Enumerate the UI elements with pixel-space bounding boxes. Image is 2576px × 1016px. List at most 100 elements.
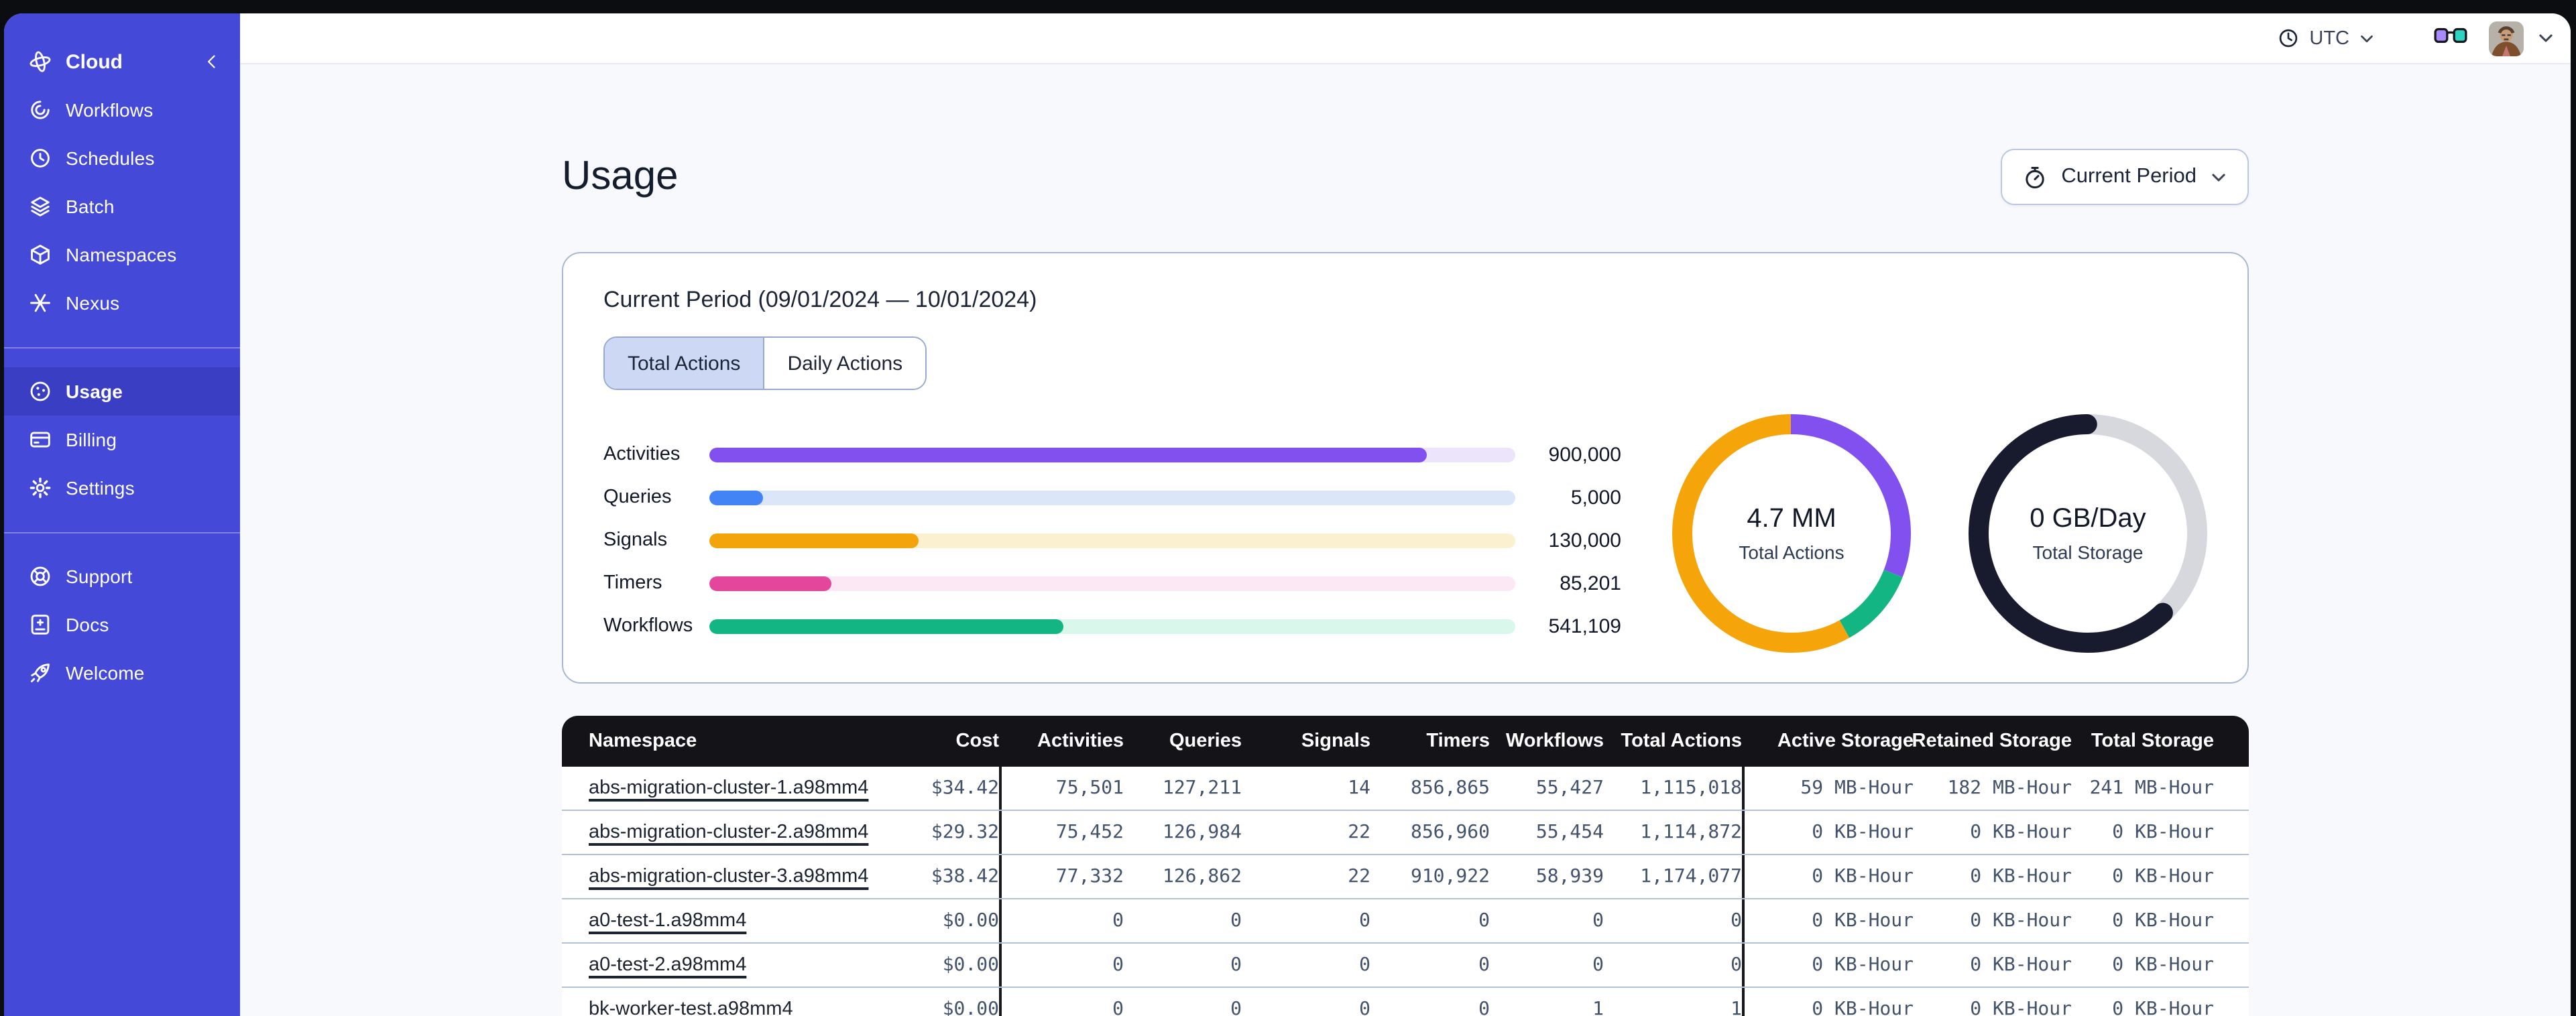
bar-track [709,447,1515,462]
usage-donuts: 4.7 MM Total Actions 0 GB/Day Total Stor… [1672,414,2207,653]
cell-namespace: abs-migration-cluster-1.a98mm4 [562,767,904,810]
sidebar-divider [4,347,240,348]
cell-value: 0 [1478,999,1490,1016]
usage-bar-row: Workflows 541,109 [603,605,1621,647]
period-dropdown-button[interactable]: Current Period [2001,149,2249,205]
sidebar-item-billing[interactable]: Billing [4,416,240,464]
sidebar-item-docs[interactable]: Docs [4,600,240,649]
cell-value: 0 KB-Hour [1970,822,2072,843]
table-row: abs-migration-cluster-3.a98mm4 $38.42 77,3… [562,854,2249,898]
cell-value: 0 [999,944,1124,987]
account-menu-chevron-icon[interactable] [2537,29,2555,47]
sidebar-item-support[interactable]: Support [4,552,240,600]
sidebar-item-namespaces[interactable]: Namespaces [4,231,240,279]
cell-value: 0 KB-Hour [1742,855,1914,898]
usage-bar-row: Activities 900,000 [603,433,1621,476]
cell-value: 0 KB-Hour [1742,944,1914,987]
usage-bar-row: Queries 5,000 [603,476,1621,519]
gear-icon [28,476,52,500]
bar-value: 541,109 [1548,615,1621,637]
cell-value: 910,922 [1410,866,1490,887]
bar-fill [709,490,763,505]
collapse-sidebar-icon[interactable] [202,52,221,71]
stopwatch-icon [2022,164,2048,190]
cell-value: 55,427 [1535,777,1604,799]
cell-value: 0 [1359,999,1370,1016]
cell-value: 1,174,077 [1640,866,1742,887]
box-icon [28,243,52,267]
sidebar-item-schedules[interactable]: Schedules [4,134,240,182]
cell-value: 22 [1348,822,1370,843]
cell-value: 0 KB-Hour [1970,910,2072,932]
sidebar-item-workflows[interactable]: Workflows [4,86,240,134]
column-header-active-storage: Active Storage [1777,731,1914,752]
namespace-link[interactable]: abs-migration-cluster-3.a98mm4 [589,866,868,887]
rocket-icon [28,661,52,685]
layers-icon [28,194,52,218]
cell-value: 77,332 [999,855,1124,898]
cell-value: 0 [1731,910,1742,932]
sidebar-item-batch[interactable]: Batch [4,182,240,231]
cell-value: 0 [1230,999,1242,1016]
bar-value: 5,000 [1570,486,1621,509]
column-header-retained-storage: Retained Storage [1912,731,2072,752]
bar-fill [709,619,1064,633]
usage-bar-row: Signals 130,000 [603,519,1621,562]
cell-value: 126,862 [1162,866,1242,887]
bar-label: Queries [603,487,672,508]
table-row: abs-migration-cluster-2.a98mm4 $29.32 75,4… [562,810,2249,854]
period-dropdown-label: Current Period [2061,165,2197,188]
bar-fill [709,576,831,590]
namespace-link[interactable]: a0-test-1.a98mm4 [589,910,746,932]
namespace-usage-table: Namespace Cost Activities Queries Signals Tim… [562,716,2249,1016]
cell-value: $29.32 [931,822,999,843]
current-period-panel: Current Period (09/01/2024 — 10/01/2024)… [562,252,2249,684]
bar-value: 130,000 [1548,529,1621,552]
column-header-activities: Activities [1037,731,1124,752]
bar-track [709,533,1515,548]
bar-value: 85,201 [1560,572,1621,594]
cell-namespace: bk-worker-test.a98mm4 [562,988,904,1016]
avatar[interactable] [2489,21,2524,56]
cell-value: 0 [1478,954,1490,976]
table-row: bk-worker-test.a98mm4 $0.00 0 0 0 0 1 1 0 KB-Hou… [562,987,2249,1016]
sidebar-brand: Cloud [4,38,240,86]
sidebar-divider [4,532,240,533]
cell-namespace: abs-migration-cluster-2.a98mm4 [562,811,904,854]
tab-daily-actions[interactable]: Daily Actions [764,338,926,389]
bar-track [709,490,1515,505]
page-title: Usage [562,154,679,198]
page-content: Usage Current Period Current Period (09/… [240,64,2571,1016]
cell-value: 0 KB-Hour [1970,954,2072,976]
bar-track [709,619,1515,633]
cell-value: 241 MB-Hour [2089,777,2214,799]
namespace-link[interactable]: a0-test-2.a98mm4 [589,954,746,976]
sidebar-item-welcome[interactable]: Welcome [4,649,240,697]
bar-label: Activities [603,444,681,465]
timezone-selector[interactable]: UTC [2277,27,2375,50]
namespace-link[interactable]: bk-worker-test.a98mm4 [589,999,793,1016]
namespace-link[interactable]: abs-migration-cluster-1.a98mm4 [589,777,868,799]
cell-namespace: abs-migration-cluster-3.a98mm4 [562,855,904,898]
tab-total-actions[interactable]: Total Actions [605,338,765,389]
sidebar-item-settings[interactable]: Settings [4,464,240,512]
credit-card-icon [28,428,52,452]
cell-value: 0 [1359,910,1370,932]
chevron-down-icon [2210,168,2227,186]
donut-value: 0 GB/Day [2030,504,2146,533]
sidebar-item-nexus[interactable]: Nexus [4,279,240,327]
timezone-label: UTC [2309,27,2349,49]
cell-value: $34.42 [931,777,999,799]
sidebar-item-usage[interactable]: Usage [4,367,240,416]
cell-value: 55,454 [1535,822,1604,843]
bar-label: Timers [603,572,662,594]
namespace-link[interactable]: abs-migration-cluster-2.a98mm4 [589,822,868,843]
actions-tabs: Total Actions Daily Actions [603,336,927,390]
cell-value: 856,960 [1410,822,1490,843]
cell-value: 0 [999,988,1124,1016]
cell-value: 0 [1731,954,1742,976]
glasses-icon[interactable] [2434,24,2467,52]
column-header-workflows: Workflows [1505,731,1604,752]
total-actions-donut: 4.7 MM Total Actions [1672,414,1911,653]
cell-value: $0.00 [942,910,999,932]
